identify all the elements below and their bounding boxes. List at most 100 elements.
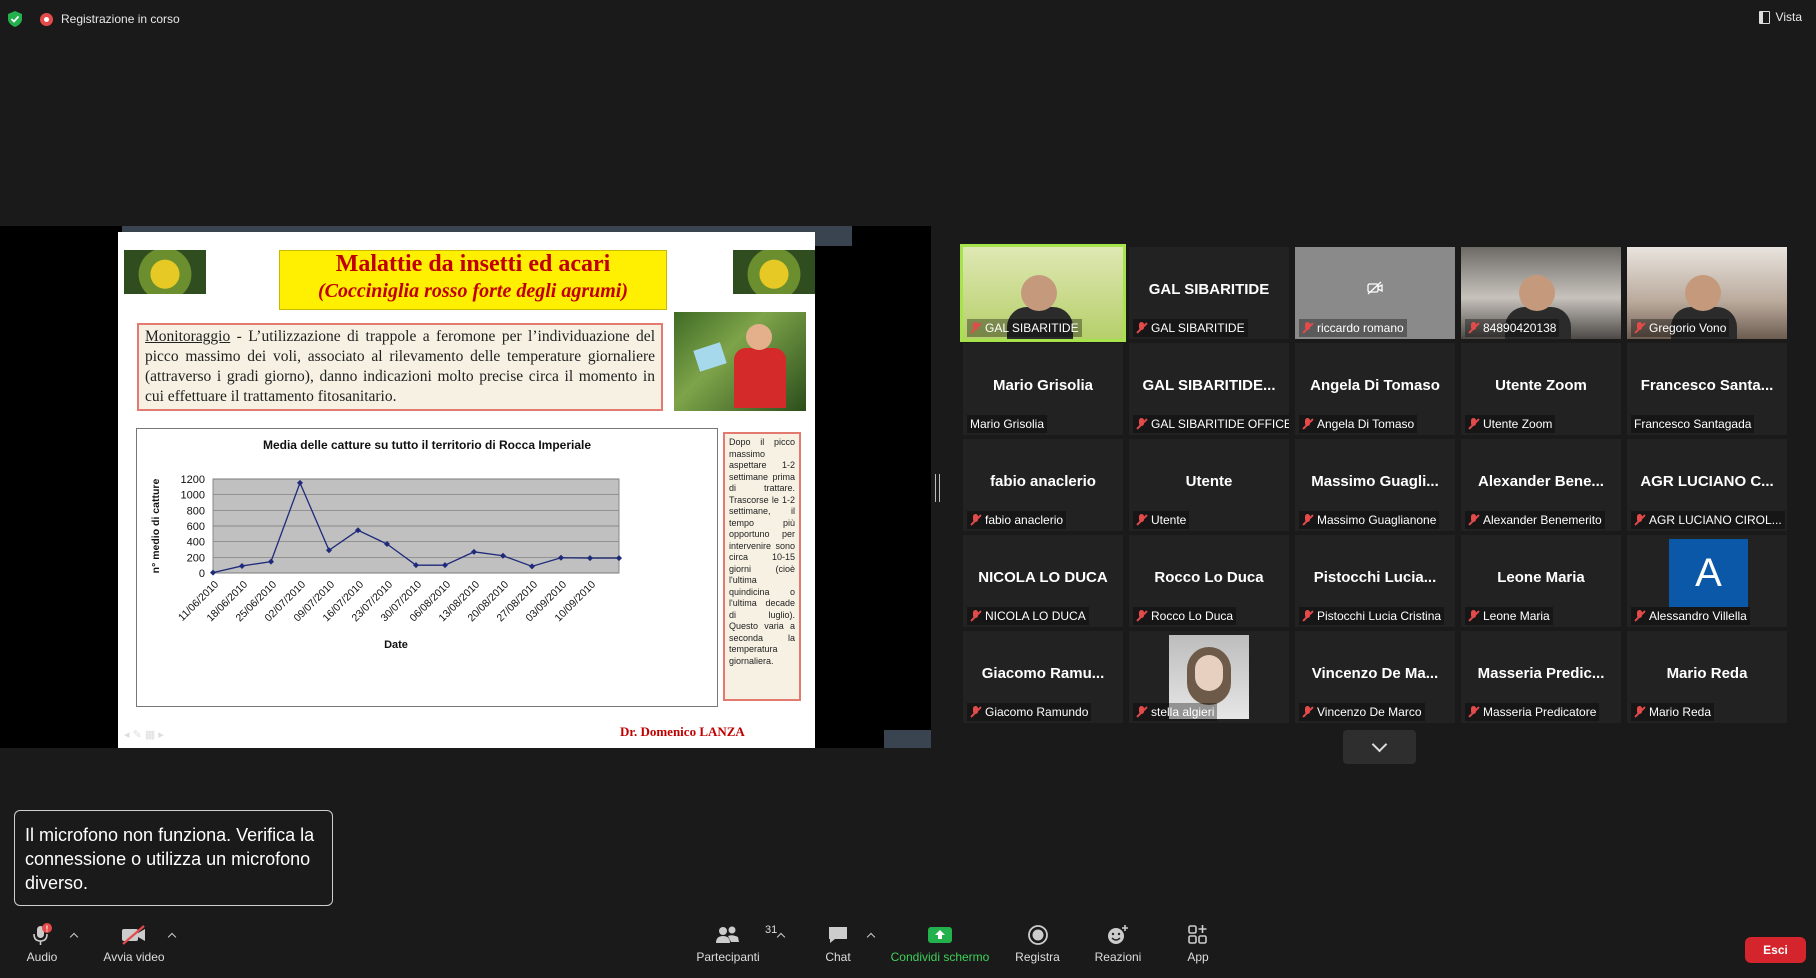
- participant-tile[interactable]: Pistocchi Lucia... Pistocchi Lucia Cristi…: [1295, 535, 1455, 627]
- mic-muted-icon: [970, 514, 981, 526]
- gallery-next-page-button[interactable]: [1343, 730, 1416, 764]
- participant-tile[interactable]: Alexander Bene... Alexander Benemerito: [1461, 439, 1621, 531]
- reactions-label: Reazioni: [1094, 950, 1142, 964]
- participant-tile[interactable]: Masseria Predic... Masseria Predicatore: [1461, 631, 1621, 723]
- participant-tile[interactable]: GAL SIBARITIDE GAL SIBARITIDE: [1129, 247, 1289, 339]
- participant-tile[interactable]: NICOLA LO DUCA NICOLA LO DUCA: [963, 535, 1123, 627]
- participant-tile[interactable]: Mario Grisolia Mario Grisolia: [963, 343, 1123, 435]
- audio-button[interactable]: ! Audio: [22, 920, 62, 964]
- participant-tile[interactable]: 84890420138: [1461, 247, 1621, 339]
- chat-button[interactable]: Chat: [821, 920, 855, 964]
- participant-name-label: Giacomo Ramundo: [967, 703, 1092, 721]
- record-button[interactable]: Registra: [1015, 920, 1060, 964]
- participant-display-name: Utente: [1185, 473, 1233, 490]
- participant-tile[interactable]: Vincenzo De Ma... Vincenzo De Marco: [1295, 631, 1455, 723]
- mic-muted-icon: [1302, 706, 1313, 718]
- mic-muted-icon: [1634, 706, 1645, 718]
- participant-tile[interactable]: Leone Maria Leone Maria: [1461, 535, 1621, 627]
- participant-tile[interactable]: Utente Zoom Utente Zoom: [1461, 343, 1621, 435]
- participant-tile[interactable]: GAL SIBARITIDE... GAL SIBARITIDE OFFICE: [1129, 343, 1289, 435]
- y-tick-label: 400: [187, 537, 205, 549]
- participant-tile[interactable]: AGR LUCIANO C... AGR LUCIANO CIROL...: [1627, 439, 1787, 531]
- participant-tile[interactable]: Giacomo Ramu... Giacomo Ramundo: [963, 631, 1123, 723]
- mic-muted-icon: [1468, 610, 1479, 622]
- start-video-button[interactable]: Avvia video: [102, 920, 166, 964]
- participant-name-label: Leone Maria: [1465, 607, 1553, 625]
- mic-muted-icon: [1302, 418, 1313, 430]
- participant-display-name: Francesco Santa...: [1640, 377, 1774, 394]
- share-corner-strip: [884, 730, 931, 748]
- participant-name-label: Massimo Guaglianone: [1299, 511, 1440, 529]
- mic-muted-icon: [1468, 706, 1479, 718]
- participant-tile[interactable]: stella algieri: [1129, 631, 1289, 723]
- recording-indicator[interactable]: Registrazione in corso: [40, 8, 180, 30]
- share-screen-icon: [928, 927, 952, 943]
- chat-options-caret[interactable]: [866, 932, 876, 942]
- apps-icon: [1188, 925, 1207, 944]
- share-screen-button[interactable]: Condividi schermo: [888, 920, 992, 964]
- participant-display-name: Giacomo Ramu...: [981, 665, 1105, 682]
- y-tick-label: 200: [187, 552, 205, 564]
- mic-muted-icon: [1136, 706, 1147, 718]
- chat-label: Chat: [825, 950, 851, 964]
- video-off-icon: [122, 925, 145, 945]
- shield-icon[interactable]: [8, 11, 22, 27]
- participant-name-label: Rocco Lo Duca: [1133, 607, 1237, 625]
- participant-display-name: Vincenzo De Ma...: [1311, 665, 1439, 682]
- participant-display-name: Masseria Predic...: [1477, 665, 1605, 682]
- participant-tile[interactable]: Gregorio Vono: [1627, 247, 1787, 339]
- participant-display-name: fabio anaclerio: [990, 473, 1096, 490]
- participant-name-label: Alessandro Villella: [1631, 607, 1750, 625]
- apps-button[interactable]: App: [1182, 920, 1214, 964]
- participant-tile[interactable]: Angela Di Tomaso Angela Di Tomaso: [1295, 343, 1455, 435]
- mic-muted-icon: [1634, 322, 1645, 334]
- monitoring-text-box: Monitoraggio - L’utilizzazione di trappo…: [137, 323, 663, 411]
- resize-handle[interactable]: [935, 474, 940, 502]
- participant-name-label: Utente Zoom: [1465, 415, 1556, 433]
- shared-screen[interactable]: Malattie da insetti ed acari (Coccinigli…: [0, 226, 931, 748]
- participant-name-label: Alexander Benemerito: [1465, 511, 1605, 529]
- mic-muted-icon: [970, 610, 981, 622]
- participant-display-name: Mario Reda: [1666, 665, 1748, 682]
- slide-title: Malattie da insetti ed acari: [335, 251, 611, 277]
- participant-display-name: NICOLA LO DUCA: [978, 569, 1108, 586]
- participant-display-name: Alexander Bene...: [1478, 473, 1604, 490]
- participant-tile[interactable]: Mario Reda Mario Reda: [1627, 631, 1787, 723]
- participant-tile[interactable]: Massimo Guagli... Massimo Guaglianone: [1295, 439, 1455, 531]
- participant-display-name: Massimo Guagli...: [1311, 473, 1439, 490]
- microphone-warning-icon: !: [33, 923, 52, 945]
- meeting-toolbar: ! Audio Avvia video 31 Partecipanti Chat…: [0, 920, 1816, 978]
- audio-options-caret[interactable]: [69, 932, 79, 942]
- presentation-slide: Malattie da insetti ed acari (Coccinigli…: [118, 232, 815, 748]
- slide-title-box: Malattie da insetti ed acari (Coccinigli…: [279, 250, 667, 310]
- participant-name-label: GAL SIBARITIDE OFFICE: [1133, 415, 1289, 433]
- participant-tile[interactable]: A Alessandro Villella: [1627, 535, 1787, 627]
- leave-button[interactable]: Esci: [1745, 937, 1806, 963]
- y-tick-label: 0: [199, 568, 205, 580]
- slide-controls[interactable]: ◂ ✎ ▦ ▸: [124, 728, 164, 741]
- participant-tile[interactable]: Francesco Santa... Francesco Santagada: [1627, 343, 1787, 435]
- participant-name-label: AGR LUCIANO CIROL...: [1631, 511, 1785, 529]
- video-options-caret[interactable]: [167, 932, 177, 942]
- participant-tile[interactable]: Rocco Lo Duca Rocco Lo Duca: [1129, 535, 1289, 627]
- participant-tile[interactable]: fabio anaclerio fabio anaclerio: [963, 439, 1123, 531]
- participant-tile[interactable]: riccardo romano: [1295, 247, 1455, 339]
- participants-options-caret[interactable]: [776, 932, 786, 942]
- participant-tile[interactable]: Utente Utente: [1129, 439, 1289, 531]
- participant-display-name: Angela Di Tomaso: [1310, 377, 1440, 394]
- participant-name-label: Masseria Predicatore: [1465, 703, 1600, 721]
- participant-tile[interactable]: GAL SIBARITIDE: [960, 244, 1126, 342]
- x-axis-label: Date: [384, 639, 408, 651]
- participants-label: Partecipanti: [696, 950, 760, 964]
- participant-display-name: Rocco Lo Duca: [1154, 569, 1264, 586]
- reactions-button[interactable]: Reazioni: [1093, 920, 1143, 964]
- mic-muted-icon: [970, 322, 981, 334]
- participant-name-label: Angela Di Tomaso: [1299, 415, 1418, 433]
- participant-name-label: Mario Reda: [1631, 703, 1715, 721]
- slide-subtitle: (Cocciniglia rosso forte degli agrumi): [318, 280, 628, 302]
- mic-muted-icon: [1136, 610, 1147, 622]
- view-button[interactable]: Vista: [1758, 10, 1802, 24]
- participant-name-label: GAL SIBARITIDE: [1133, 319, 1248, 337]
- participants-button[interactable]: 31 Partecipanti: [693, 920, 777, 964]
- participant-name-label: GAL SIBARITIDE: [967, 319, 1082, 337]
